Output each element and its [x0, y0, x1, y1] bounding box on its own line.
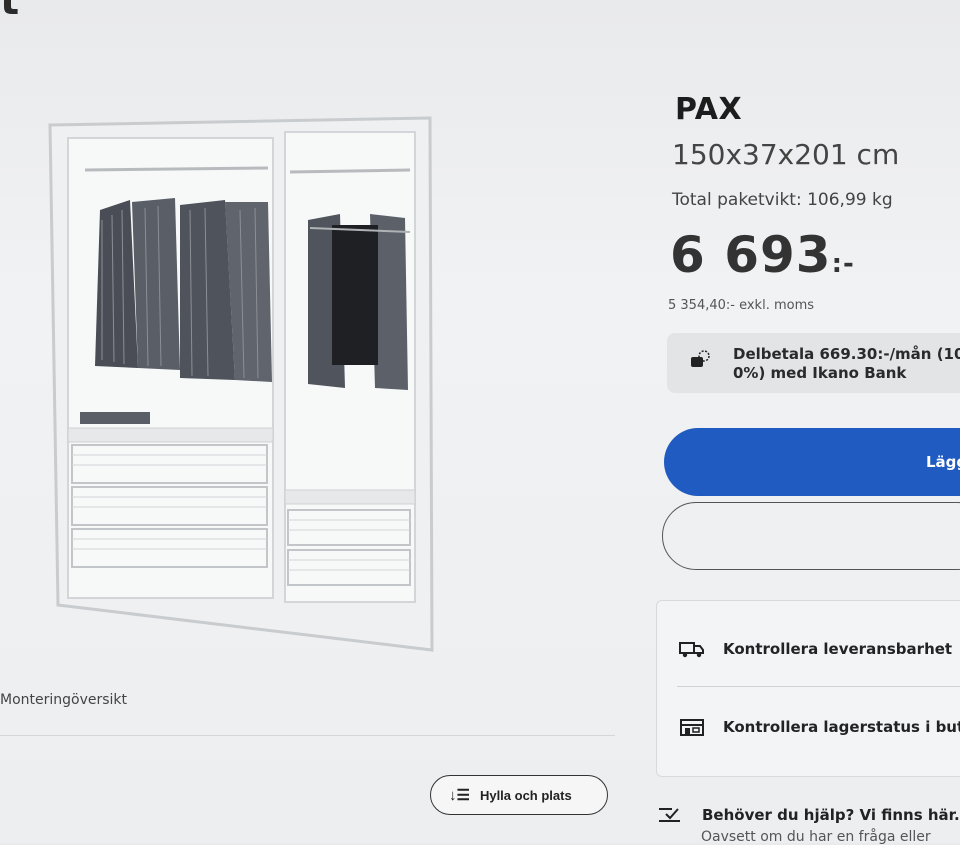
add-to-cart-button[interactable]: Lägg: [664, 428, 960, 496]
price-value: 6 693: [670, 226, 832, 284]
secondary-action-button[interactable]: [662, 502, 960, 570]
divider: [677, 686, 960, 687]
page-title-fragment: t: [0, 0, 20, 24]
sort-icon: ↓☰: [449, 787, 470, 804]
package-weight: Total paketvikt: 106,99 kg: [672, 190, 893, 210]
check-delivery-link[interactable]: Kontrollera leveransbarhet: [679, 639, 952, 659]
product-image[interactable]: [40, 110, 460, 670]
product-name: PAX: [675, 92, 743, 127]
store-icon: [680, 719, 704, 736]
help-title: Behöver du hjälp? Vi finns här.: [702, 806, 960, 824]
store-label: Kontrollera lagerstatus i butik: [723, 718, 960, 736]
availability-panel: Kontrollera leveransbarhet Kontrollera l…: [656, 600, 960, 777]
price-suffix: :-: [831, 249, 855, 279]
delivery-label: Kontrollera leveransbarhet: [723, 640, 953, 658]
price-ex-vat: 5 354,40:- exkl. moms: [668, 298, 815, 313]
help-link[interactable]: Behöver du hjälp? Vi finns här.: [658, 806, 960, 824]
checklist-icon: [659, 808, 680, 822]
truck-icon: [679, 642, 704, 658]
installment-text: Delbetala 669.30:-/mån (10 0%) med Ikano…: [733, 345, 960, 382]
filter-label: Hylla och plats: [479, 787, 572, 803]
product-dimensions: 150x37x201 cm: [672, 138, 900, 171]
check-store-stock-link[interactable]: Kontrollera lagerstatus i butik: [679, 717, 960, 737]
installment-offer[interactable]: Delbetala 669.30:-/mån (10 0%) med Ikano…: [667, 333, 960, 393]
payment-icon: [691, 350, 710, 367]
image-caption[interactable]: Monteringöversikt: [0, 692, 127, 708]
price: 6 693:-: [670, 226, 855, 284]
divider: [0, 735, 615, 736]
shelf-and-space-filter-button[interactable]: ↓☰ Hylla och plats: [430, 775, 608, 815]
